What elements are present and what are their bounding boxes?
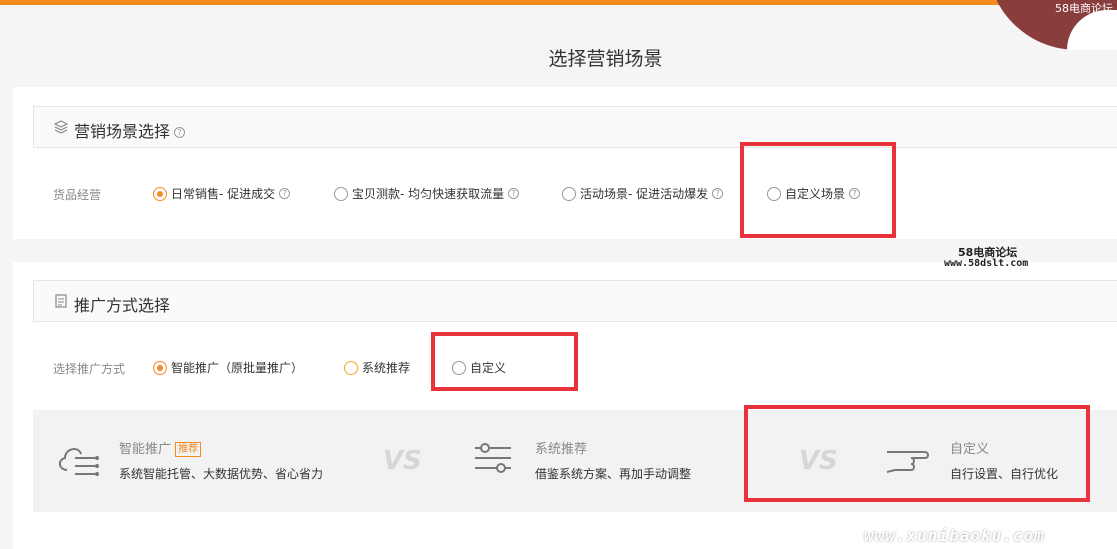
layers-icon	[53, 120, 69, 134]
highlight-box-custom-promo	[431, 332, 578, 391]
radio-icon[interactable]	[562, 186, 576, 201]
help-icon[interactable]: ?	[508, 188, 520, 199]
scene-row-label: 货品经营	[53, 188, 102, 202]
cloud-network-icon	[55, 440, 101, 484]
top-accent-bar	[0, 0, 1117, 5]
scene-option-daily[interactable]: 日常销售- 促进成交?	[153, 185, 291, 202]
recommend-badge: 推荐	[175, 442, 202, 457]
help-icon[interactable]: ?	[174, 127, 186, 138]
document-icon	[54, 294, 68, 308]
page-title: 选择营销场景	[548, 48, 663, 70]
watermark-url: www.58dslt.com	[944, 258, 1029, 269]
scene-section-title: 营销场景选择?	[74, 118, 186, 142]
promo-option-smart[interactable]: 智能推广（原批量推广）	[153, 359, 303, 376]
compare-item-system: 系统推荐 借鉴系统方案、再加手动调整	[535, 442, 692, 481]
corner-watermark-text: 58电商论坛	[1055, 2, 1113, 15]
promo-section-title: 推广方式选择	[74, 296, 171, 315]
watermark-bottom: www.xunibaoku.com	[864, 526, 1045, 545]
highlight-box-custom-compare	[744, 405, 1090, 502]
scene-option-test[interactable]: 宝贝测款- 均匀快速获取流量?	[334, 185, 520, 202]
scene-section-header: 营销场景选择?	[33, 106, 1117, 148]
help-icon[interactable]: ?	[712, 188, 724, 199]
help-icon[interactable]: ?	[279, 188, 291, 199]
vs-label: VS	[383, 446, 422, 476]
scene-option-activity[interactable]: 活动场景- 促进活动爆发?	[562, 185, 724, 202]
compare-item-smart: 智能推广 推荐 系统智能托管、大数据优势、省心省力	[119, 442, 324, 481]
scene-card: 营销场景选择? 货品经营 日常销售- 促进成交? 宝贝测款- 均匀快速获取流量?…	[13, 87, 1117, 239]
radio-selected-icon[interactable]	[153, 186, 167, 201]
radio-icon[interactable]	[334, 186, 348, 201]
sliders-icon	[473, 440, 513, 480]
radio-selected-icon[interactable]	[153, 360, 167, 375]
radio-icon[interactable]	[344, 360, 358, 375]
promo-section-header: 推广方式选择	[33, 280, 1117, 322]
promo-row-label: 选择推广方式	[53, 362, 126, 376]
promo-option-system[interactable]: 系统推荐	[344, 359, 410, 376]
highlight-box-custom-scene	[740, 142, 896, 238]
